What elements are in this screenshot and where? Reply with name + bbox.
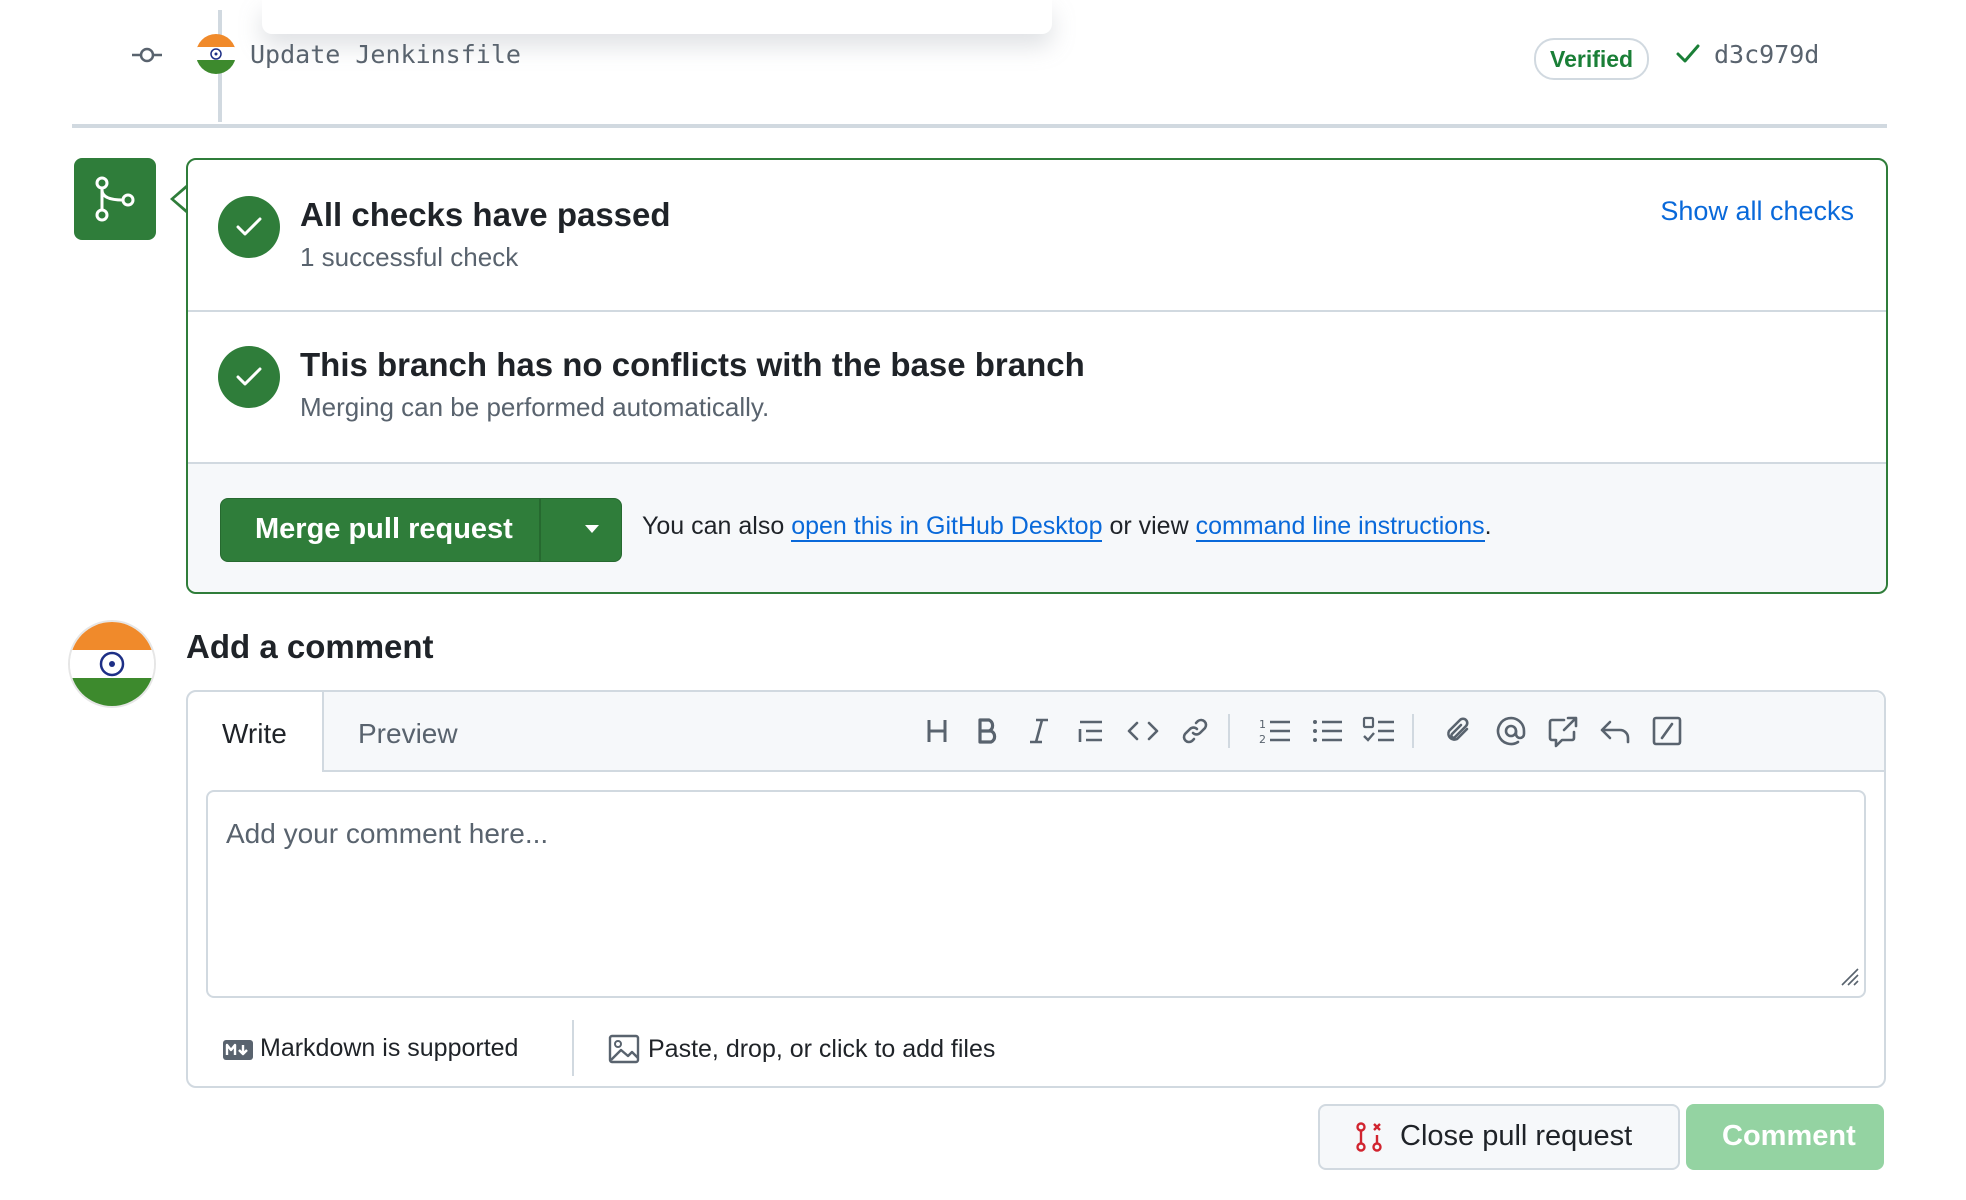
attach-icon[interactable] (1440, 712, 1478, 750)
merge-button-label: Merge pull request (255, 513, 513, 545)
conflicts-section: This branch has no conflicts with the ba… (188, 312, 1886, 464)
checks-subtitle: 1 successful check (300, 242, 519, 272)
tab-preview[interactable]: Preview (358, 718, 458, 750)
merge-info-prefix: You can also (642, 512, 785, 540)
merge-info-text: You can also open this in GitHub Desktop… (642, 512, 1492, 542)
commit-message-link[interactable]: Update Jenkinsfile (250, 40, 521, 69)
markdown-supported-link[interactable]: Markdown is supported (222, 1034, 518, 1063)
attach-files-button[interactable]: Paste, drop, or click to add files (608, 1034, 995, 1064)
merge-box: All checks have passed 1 successful chec… (186, 158, 1888, 594)
open-github-desktop-link[interactable]: open this in GitHub Desktop (791, 512, 1103, 542)
git-commit-icon (132, 40, 162, 75)
show-all-checks-link[interactable]: Show all checks (1660, 196, 1854, 227)
mention-icon[interactable] (1492, 712, 1530, 750)
merge-info-suffix: . (1484, 512, 1492, 540)
cross-reference-icon[interactable] (1544, 712, 1582, 750)
markdown-note-label: Markdown is supported (260, 1034, 519, 1062)
add-comment-heading: Add a comment (186, 628, 434, 665)
verified-badge[interactable]: Verified (1534, 38, 1650, 80)
comment-editor: Write Preview 12 Add your comment here..… (186, 690, 1886, 1088)
quote-icon[interactable] (1072, 712, 1110, 750)
commit-sha-link[interactable]: d3c979d (1714, 40, 1819, 69)
unordered-list-icon[interactable] (1308, 712, 1346, 750)
saved-reply-icon[interactable] (1596, 712, 1634, 750)
popover-shadow (262, 0, 1052, 34)
markdown-icon (223, 1040, 253, 1060)
check-icon[interactable] (1674, 40, 1702, 73)
checks-section: All checks have passed 1 successful chec… (188, 160, 1886, 312)
svg-text:1: 1 (1259, 718, 1266, 731)
tab-write-label: Write (222, 718, 287, 749)
image-icon (608, 1034, 640, 1064)
merge-button-divider (539, 499, 541, 561)
check-circle-icon (218, 196, 280, 258)
git-merge-icon (74, 158, 156, 240)
merge-method-dropdown[interactable] (563, 499, 639, 561)
editor-header: Write Preview 12 (188, 692, 1884, 772)
commit-author-avatar[interactable] (196, 34, 236, 74)
merge-pull-request-button[interactable]: Merge pull request (220, 498, 622, 562)
git-pull-request-closed-icon (1356, 1122, 1382, 1152)
close-button-label: Close pull request (1400, 1120, 1633, 1152)
conflicts-title: This branch has no conflicts with the ba… (300, 346, 1085, 383)
triangle-down-icon (585, 525, 599, 533)
command-line-instructions-link[interactable]: command line instructions (1195, 512, 1485, 542)
comment-button[interactable]: Comment (1686, 1104, 1884, 1170)
merge-section: Merge pull request You can also open thi… (188, 464, 1886, 592)
slash-command-icon[interactable] (1648, 712, 1686, 750)
editor-footer: Markdown is supported Paste, drop, or cl… (188, 1010, 1884, 1084)
italic-icon[interactable] (1020, 712, 1058, 750)
conflicts-subtitle: Merging can be performed automatically. (300, 392, 770, 422)
ordered-list-icon[interactable]: 12 (1256, 712, 1294, 750)
check-circle-icon (218, 346, 280, 408)
bold-icon[interactable] (968, 712, 1006, 750)
link-icon[interactable] (1176, 712, 1214, 750)
resize-handle-icon[interactable] (1836, 963, 1860, 992)
footer-divider (572, 1020, 574, 1076)
toolbar-divider (1412, 714, 1414, 748)
svg-text:2: 2 (1259, 733, 1266, 746)
close-pull-request-button[interactable]: Close pull request (1318, 1104, 1680, 1170)
toolbar-divider (1228, 714, 1230, 748)
code-icon[interactable] (1124, 712, 1162, 750)
comment-button-label: Comment (1722, 1120, 1856, 1152)
task-list-icon[interactable] (1360, 712, 1398, 750)
heading-icon[interactable] (918, 712, 956, 750)
merge-info-middle: or view (1109, 512, 1189, 540)
checks-title: All checks have passed (300, 196, 671, 233)
comment-placeholder: Add your comment here... (226, 818, 549, 849)
files-note-label: Paste, drop, or click to add files (648, 1035, 996, 1063)
tab-write[interactable]: Write (188, 692, 324, 772)
comment-textarea[interactable]: Add your comment here... (206, 790, 1866, 998)
user-avatar[interactable] (70, 622, 154, 706)
